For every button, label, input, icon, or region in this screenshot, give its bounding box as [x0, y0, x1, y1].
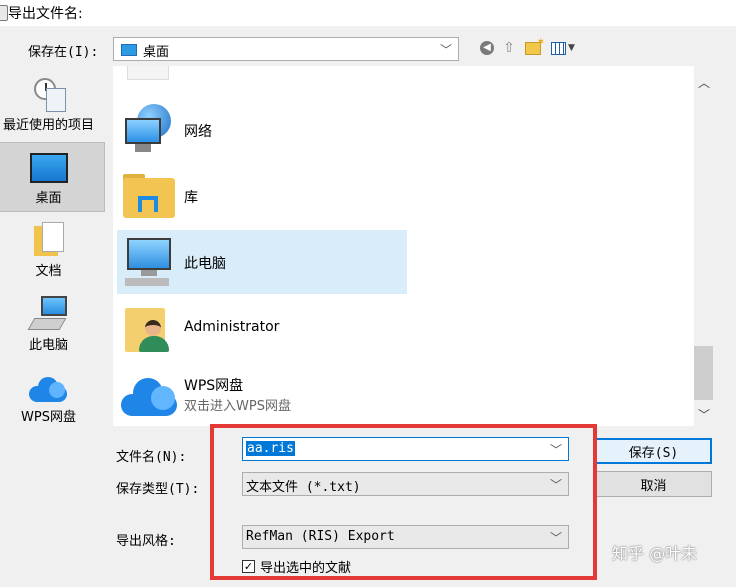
desktop-icon: [29, 153, 68, 183]
sidebar-item-recent[interactable]: 最近使用的项目: [0, 72, 105, 136]
sidebar-item-label: 最近使用的项目: [2, 118, 94, 133]
list-item-subtitle: 双击进入WPS网盘: [184, 399, 291, 414]
sidebar-item-wps-cloud[interactable]: WPS网盘: [0, 366, 105, 430]
sidebar-item-label: 桌面: [35, 191, 62, 206]
dropdown-arrow-icon: ▼: [568, 43, 575, 53]
cancel-button[interactable]: 取消: [595, 471, 712, 497]
list-item-name: Administrator: [184, 319, 280, 335]
up-folder-button[interactable]: ⇧: [500, 38, 518, 58]
places-sidebar: 最近使用的项目 桌面 文档 此电脑 WPS网盘: [0, 66, 105, 426]
list-item[interactable]: WPS网盘 双击进入WPS网盘: [117, 362, 407, 426]
list-item-name: 网络: [184, 124, 212, 140]
sidebar-item-documents[interactable]: 文档: [0, 218, 105, 284]
network-icon: [123, 104, 173, 156]
chevron-down-icon: ﹀: [439, 43, 452, 57]
watermark: 知乎 @叶未: [612, 544, 698, 563]
new-folder-button[interactable]: ✶: [524, 37, 545, 58]
library-icon: [123, 174, 175, 218]
filename-input[interactable]: aa.ris ﹀: [242, 437, 569, 461]
list-item-name: 此电脑: [184, 256, 226, 272]
app-icon: [0, 5, 8, 21]
save-in-value: 桌面: [143, 45, 170, 60]
checkbox-label: 导出选中的文献: [260, 560, 352, 576]
desktop-icon: [121, 44, 137, 56]
export-selected-checkbox[interactable]: ✓ 导出选中的文献: [242, 557, 352, 576]
sidebar-item-desktop[interactable]: 桌面: [0, 142, 105, 212]
cloud-icon: [28, 374, 69, 404]
computer-icon: [27, 296, 69, 332]
file-list[interactable]: 网络 库 此电脑 Administrator WPS网盘 双击进入WPS网盘: [113, 66, 694, 426]
cloud-icon: [121, 376, 179, 416]
recent-items-icon: [32, 76, 66, 112]
scroll-down-icon[interactable]: ﹀: [698, 406, 710, 423]
view-menu-button[interactable]: ▼: [548, 38, 578, 58]
sidebar-item-label: 此电脑: [28, 338, 68, 353]
chevron-down-icon: ﹀: [549, 531, 562, 545]
export-style-value: RefMan (RIS) Export: [246, 529, 395, 544]
save-in-label: 保存在(I):: [28, 45, 99, 60]
export-style-label: 导出风格:: [116, 534, 176, 549]
sidebar-item-label: WPS网盘: [21, 410, 76, 425]
export-style-dropdown[interactable]: RefMan (RIS) Export ﹀: [242, 525, 569, 549]
chevron-down-icon[interactable]: ﹀: [550, 441, 562, 458]
back-button[interactable]: ◀: [478, 38, 496, 58]
list-item[interactable]: 网络: [117, 98, 407, 162]
list-item-name: 库: [184, 190, 198, 206]
scroll-up-icon[interactable]: ︿: [698, 74, 710, 91]
documents-icon: [33, 222, 64, 258]
filetype-dropdown[interactable]: 文本文件 (*.txt) ﹀: [242, 472, 569, 496]
computer-icon: [123, 236, 177, 288]
list-item[interactable]: 库: [117, 164, 407, 228]
new-folder-icon: ✶: [525, 37, 545, 55]
filename-label: 文件名(N):: [116, 450, 187, 465]
window-title: 导出文件名:: [8, 6, 83, 22]
user-folder-icon: [125, 304, 175, 354]
vertical-scrollbar[interactable]: ︿ ﹀: [694, 66, 713, 426]
list-item[interactable]: Administrator: [117, 296, 407, 360]
partial-item-icon: [127, 66, 169, 80]
filename-value: aa.ris: [246, 441, 295, 456]
save-button[interactable]: 保存(S): [595, 438, 712, 464]
save-in-dropdown[interactable]: 桌面 ﹀: [113, 37, 459, 61]
sidebar-item-label: 文档: [35, 264, 62, 279]
scroll-thumb[interactable]: [694, 346, 713, 400]
filetype-label: 保存类型(T):: [116, 482, 200, 497]
list-item[interactable]: 此电脑: [117, 230, 407, 294]
filetype-value: 文本文件 (*.txt): [246, 480, 361, 495]
list-item-name: WPS网盘: [184, 378, 244, 394]
back-arrow-icon: ◀: [480, 41, 494, 55]
chevron-down-icon: ﹀: [549, 478, 562, 492]
title-bar: 导出文件名:: [0, 0, 736, 26]
up-arrow-icon: ⇧: [503, 40, 515, 56]
checkbox-check-icon[interactable]: ✓: [242, 559, 255, 573]
sidebar-item-this-pc[interactable]: 此电脑: [0, 292, 105, 356]
view-grid-icon: [551, 41, 567, 55]
